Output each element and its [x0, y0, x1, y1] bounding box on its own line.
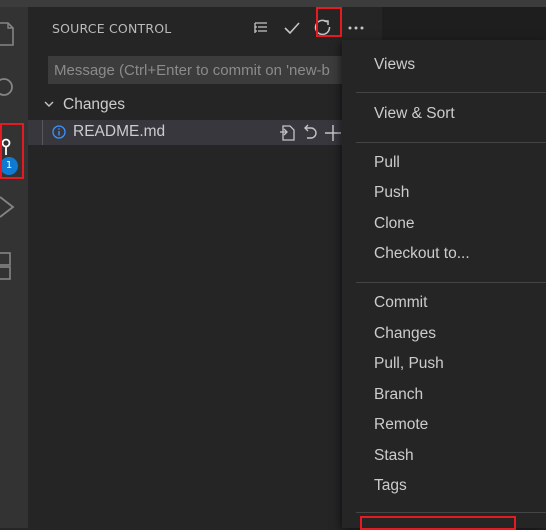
- discard-changes-button[interactable]: [299, 122, 321, 144]
- changed-file-row[interactable]: README.md: [28, 120, 347, 145]
- changes-group-header[interactable]: Changes: [28, 93, 347, 117]
- changes-label: Changes: [63, 96, 126, 113]
- menu-item-branch[interactable]: Branch: [374, 386, 423, 404]
- extensions-icon[interactable]: [0, 251, 28, 281]
- explorer-icon[interactable]: [0, 21, 28, 47]
- stage-changes-button[interactable]: [322, 122, 344, 144]
- run-debug-icon[interactable]: [0, 195, 28, 219]
- open-file-icon: [280, 125, 295, 141]
- indent-guide: [42, 120, 43, 145]
- list-tree-icon: [254, 22, 267, 33]
- menu-item-changes[interactable]: Changes: [374, 325, 436, 343]
- panel-header: SOURCE CONTROL: [28, 7, 364, 49]
- menu-separator: [356, 142, 546, 143]
- plus-icon: [325, 125, 341, 141]
- more-actions-menu: Views View & Sort Pull Push Clone Checko…: [342, 40, 546, 528]
- source-control-highlight: [0, 123, 24, 179]
- commit-message-input[interactable]: [48, 56, 347, 84]
- menu-item-tags[interactable]: Tags: [374, 477, 407, 495]
- more-actions-button[interactable]: [344, 15, 368, 41]
- file-name: README.md: [73, 123, 166, 140]
- menu-item-clone[interactable]: Clone: [374, 215, 415, 233]
- menu-item-remote[interactable]: Remote: [374, 416, 428, 434]
- menu-item-stash[interactable]: Stash: [374, 447, 414, 465]
- menu-separator: [356, 92, 546, 93]
- ellipsis-icon: [348, 26, 364, 30]
- panel-title: SOURCE CONTROL: [52, 21, 172, 36]
- check-icon: [284, 22, 300, 35]
- info-icon: [52, 125, 66, 139]
- commit-button[interactable]: [280, 15, 304, 41]
- menu-item-pull[interactable]: Pull: [374, 154, 400, 172]
- source-control-panel: SOURCE CONTROL Changes README.md: [28, 7, 364, 528]
- chevron-down-icon: [44, 101, 54, 107]
- discard-icon: [304, 124, 317, 139]
- menu-separator: [356, 512, 546, 513]
- title-bar-strip: [0, 0, 546, 7]
- more-actions-highlight: [316, 7, 342, 37]
- menu-item-views[interactable]: Views: [374, 56, 415, 74]
- menu-item-push[interactable]: Push: [374, 184, 409, 202]
- menu-item-view-sort[interactable]: View & Sort: [374, 105, 455, 123]
- editor-area: [382, 7, 546, 40]
- menu-separator: [356, 282, 546, 283]
- open-file-button[interactable]: [276, 122, 298, 144]
- menu-item-pull-push[interactable]: Pull, Push: [374, 355, 444, 373]
- view-as-tree-button[interactable]: [249, 15, 273, 41]
- search-icon[interactable]: [0, 77, 28, 99]
- activity-bar: 1: [0, 7, 28, 528]
- menu-item-checkout-to[interactable]: Checkout to...: [374, 245, 470, 263]
- menu-item-commit[interactable]: Commit: [374, 294, 427, 312]
